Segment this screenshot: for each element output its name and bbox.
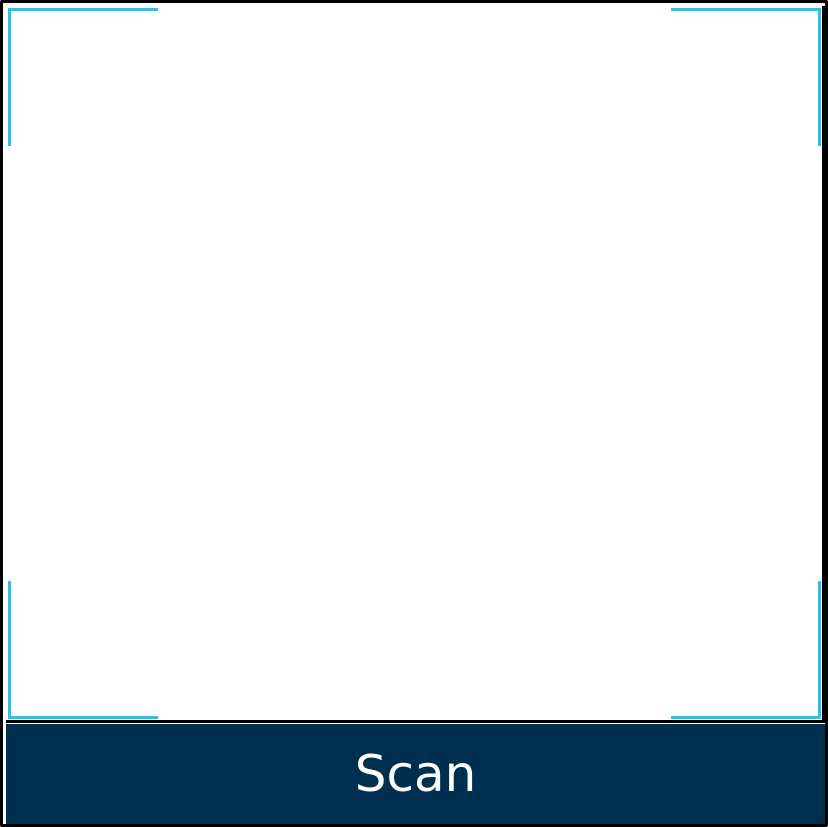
camera-viewfinder bbox=[6, 6, 825, 723]
viewfinder-corner-bottom-right bbox=[671, 581, 821, 719]
viewfinder-corner-bottom-left bbox=[8, 581, 158, 719]
scan-button[interactable]: Scan bbox=[6, 724, 825, 824]
scanner-panel: Scan bbox=[0, 0, 828, 827]
viewfinder-corner-top-left bbox=[8, 8, 158, 146]
viewfinder-corner-top-right bbox=[671, 8, 821, 146]
scan-button-label: Scan bbox=[354, 745, 477, 803]
